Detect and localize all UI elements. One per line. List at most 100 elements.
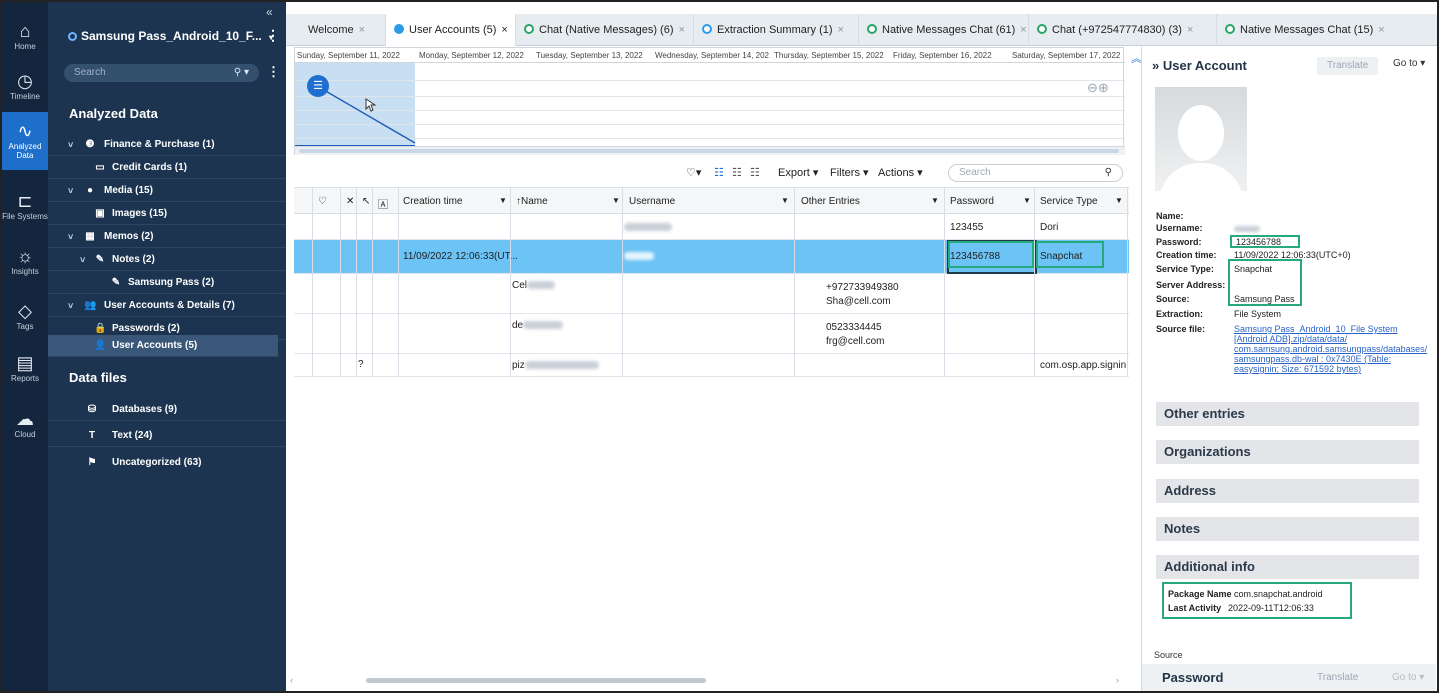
tag-filter-icon[interactable]: ♡▾ xyxy=(686,166,701,179)
chevron-down-icon[interactable]: ▼ xyxy=(1115,196,1123,205)
sidebar-item-databases[interactable]: ⛁ Databases (9) xyxy=(48,399,286,421)
tag-column-icon[interactable]: ♡ xyxy=(318,196,327,207)
table-row[interactable]: Cel +972733949380 Sha@cell.com xyxy=(294,274,1129,314)
goto-button[interactable]: Go to ▾ xyxy=(1393,58,1425,69)
source-file-link[interactable]: Samsung Pass_Android_10_File System [And… xyxy=(1234,324,1429,374)
sidebar-item-user-accounts-details[interactable]: ˅ 👥 User Accounts & Details (7) xyxy=(48,295,286,317)
case-selector[interactable]: Samsung Pass_Android_10_F... ▾ xyxy=(68,29,273,43)
section-additional-info[interactable]: Additional info xyxy=(1156,555,1419,579)
sidebar-item-samsung-pass[interactable]: ✎ Samsung Pass (2) xyxy=(48,272,286,294)
tab-label: Native Messages Chat (61) xyxy=(882,24,1016,36)
close-icon[interactable]: × xyxy=(501,24,507,36)
sidebar-item-notes[interactable]: ˅ ✎ Notes (2) xyxy=(48,249,286,271)
arrow-column-icon[interactable]: ↖ xyxy=(362,196,370,207)
chevron-down-icon[interactable]: ˅ xyxy=(68,226,73,248)
list-view-icon[interactable]: ☷ xyxy=(714,166,724,179)
timeline-event-icon[interactable]: ☰ xyxy=(307,75,329,97)
detail-view-icon[interactable]: ☷ xyxy=(732,166,742,179)
col-name[interactable]: ↑Name ▼ xyxy=(516,196,620,207)
rail-file-systems[interactable]: ⊏ File Systems xyxy=(2,182,48,232)
search-menu-icon[interactable]: ⋮ xyxy=(267,64,280,80)
chevron-down-icon[interactable]: ▼ xyxy=(1023,196,1031,205)
rail-timeline[interactable]: ◷ Timeline xyxy=(2,62,48,112)
scroll-right-icon[interactable]: › xyxy=(1116,675,1119,685)
translate-button[interactable]: Translate xyxy=(1317,57,1379,75)
close-icon[interactable]: × xyxy=(1187,24,1193,36)
rail-home[interactable]: ⌂ Home xyxy=(2,12,48,62)
close-icon[interactable]: × xyxy=(679,24,685,36)
search-icon[interactable]: ⚲ ▾ xyxy=(234,64,249,82)
timeline-chart[interactable]: Sunday, September 11, 2022 Monday, Septe… xyxy=(294,47,1125,155)
col-username[interactable]: Username ▼ xyxy=(629,196,789,207)
close-icon[interactable]: × xyxy=(1378,24,1384,36)
col-creation-time[interactable]: Creation time ▼ xyxy=(403,196,507,207)
table-row[interactable]: 123455 Dori xyxy=(294,214,1129,240)
chevron-down-icon[interactable]: ▼ xyxy=(499,196,507,205)
tab-chat-native[interactable]: Chat (Native Messages) (6) × xyxy=(516,14,694,46)
chevron-down-icon[interactable]: ˅ xyxy=(68,295,73,317)
sidebar-item-text[interactable]: T Text (24) xyxy=(48,425,286,447)
section-organizations[interactable]: Organizations xyxy=(1156,440,1419,464)
tab-native-messages-15[interactable]: Native Messages Chat (15) × xyxy=(1217,14,1385,46)
sidebar-item-memos[interactable]: ˅ ▦ Memos (2) xyxy=(48,226,286,248)
close-icon[interactable]: × xyxy=(1020,24,1026,36)
section-notes[interactable]: Notes xyxy=(1156,517,1419,541)
attachment-column-icon[interactable]: 🄰 xyxy=(378,196,388,211)
tab-status-icon xyxy=(394,24,404,34)
tab-welcome[interactable]: Welcome × xyxy=(300,14,386,46)
collapse-sidebar-icon[interactable]: « xyxy=(266,5,273,19)
sidebar-item-user-accounts[interactable]: 👤 User Accounts (5) xyxy=(48,335,278,357)
creation-key: Creation time: xyxy=(1156,250,1217,260)
case-menu-icon[interactable]: ⋮ xyxy=(266,27,280,44)
scrollbar-thumb[interactable] xyxy=(366,678,706,683)
scrollbar-thumb[interactable] xyxy=(299,149,1119,153)
rail-cloud[interactable]: ☁ Cloud xyxy=(2,400,48,450)
chevron-down-icon[interactable]: ˅ xyxy=(68,134,73,156)
zoom-controls-icon[interactable]: ⊖⊕ xyxy=(1087,80,1109,96)
section-other-entries[interactable]: Other entries xyxy=(1156,402,1419,426)
sidebar-item-media[interactable]: ˅ ● Media (15) xyxy=(48,180,286,202)
grid-view-icon[interactable]: ☷ xyxy=(750,166,760,179)
chevron-down-icon[interactable]: ▼ xyxy=(931,196,939,205)
table-row[interactable]: de 0523334445 frg@cell.com xyxy=(294,314,1129,354)
table-search-input[interactable]: Search ⚲ xyxy=(948,164,1123,182)
search-icon[interactable]: ⚲ xyxy=(1105,165,1112,181)
sidebar-item-images[interactable]: ▣ Images (15) xyxy=(48,203,286,225)
filters-button[interactable]: Filters ▾ xyxy=(830,166,869,179)
section-address[interactable]: Address xyxy=(1156,479,1419,503)
chevron-down-icon[interactable]: ˅ xyxy=(68,180,73,202)
tab-extraction-summary[interactable]: Extraction Summary (1) × xyxy=(694,14,859,46)
tab-native-messages-61[interactable]: Native Messages Chat (61) × xyxy=(859,14,1029,46)
close-icon[interactable]: × xyxy=(838,24,844,36)
tab-user-accounts[interactable]: User Accounts (5) × xyxy=(386,14,516,46)
server-address-key: Server Address: xyxy=(1156,280,1226,290)
close-icon[interactable]: × xyxy=(359,24,365,36)
col-password[interactable]: Password ▼ xyxy=(950,196,1031,207)
rail-tags[interactable]: ◇ Tags xyxy=(2,292,48,342)
finance-icon: ❸ xyxy=(85,139,95,150)
sidebar-item-uncategorized[interactable]: ⚑ Uncategorized (63) xyxy=(48,452,286,474)
rail-reports[interactable]: ▤ Reports xyxy=(2,344,48,394)
timeline-scrollbar[interactable] xyxy=(295,146,1125,155)
tab-chat-number[interactable]: Chat (+972547774830) (3) × xyxy=(1029,14,1217,46)
sidebar-search-input[interactable]: Search ⚲ ▾ xyxy=(64,64,259,82)
rail-insights[interactable]: ☼ Insights xyxy=(2,237,48,287)
table-row[interactable]: ? piz com.osp.app.signin xyxy=(294,354,1129,377)
chevron-down-icon[interactable]: ▼ xyxy=(781,196,789,205)
extraction-value: File System xyxy=(1234,309,1282,319)
chevron-down-icon[interactable]: ˅ xyxy=(80,249,85,271)
goto-button-disabled[interactable]: Go to ▾ xyxy=(1392,672,1424,683)
col-service-type[interactable]: Service Type ▼ xyxy=(1040,196,1123,207)
rail-analyzed-data[interactable]: ∿ Analyzed Data xyxy=(2,112,48,170)
export-button[interactable]: Export ▾ xyxy=(778,166,818,179)
actions-button[interactable]: Actions ▾ xyxy=(878,166,923,179)
translate-button[interactable]: Translate xyxy=(1307,669,1369,687)
table-horizontal-scrollbar[interactable]: ‹ › xyxy=(286,675,1131,687)
scroll-left-icon[interactable]: ‹ xyxy=(290,675,293,685)
cloud-icon: ☁ xyxy=(16,409,34,429)
col-other-entries[interactable]: Other Entries ▼ xyxy=(801,196,939,207)
sidebar-item-finance[interactable]: ˅ ❸ Finance & Purchase (1) xyxy=(48,134,286,156)
sidebar-item-credit-cards[interactable]: ▭ Credit Cards (1) xyxy=(48,157,286,179)
deleted-column-icon[interactable]: ✕ xyxy=(346,196,354,207)
chevron-down-icon[interactable]: ▼ xyxy=(612,196,620,205)
